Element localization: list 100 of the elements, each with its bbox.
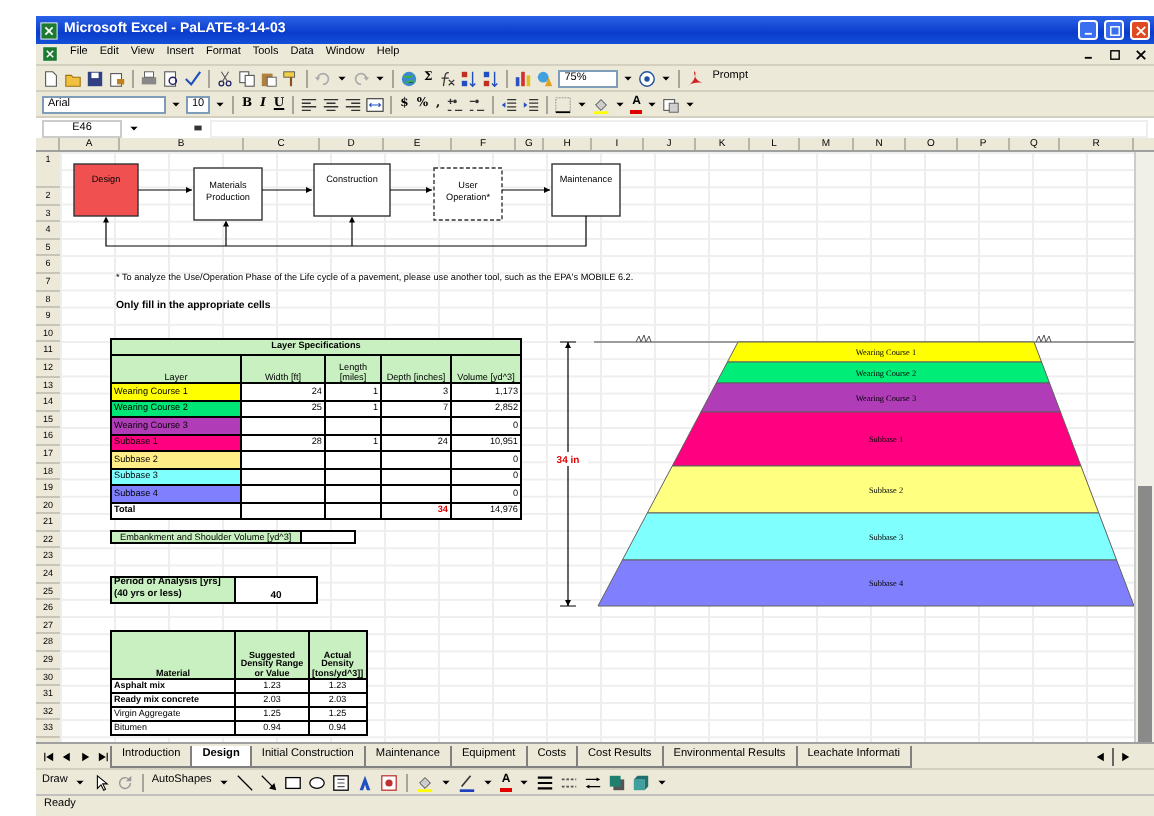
grass-icon bbox=[1035, 334, 1052, 343]
new-document-icon bbox=[42, 69, 60, 87]
caret-icon bbox=[518, 776, 531, 788]
fill-color-button[interactable] bbox=[415, 772, 434, 792]
paste-button[interactable] bbox=[260, 68, 278, 88]
previous-sheet-icon bbox=[60, 750, 74, 764]
borders-button[interactable] bbox=[554, 94, 573, 114]
oval-button[interactable] bbox=[307, 772, 326, 792]
text-box-icon bbox=[331, 773, 350, 791]
clip-art-button[interactable] bbox=[379, 772, 398, 792]
decrease-indent-button[interactable] bbox=[500, 94, 519, 114]
save-icon bbox=[86, 69, 104, 87]
grass-icon bbox=[635, 334, 652, 343]
paste-icon bbox=[260, 69, 278, 87]
merge-cells-button[interactable] bbox=[366, 94, 385, 114]
increase-indent-icon bbox=[522, 95, 541, 113]
globe-icon bbox=[400, 69, 418, 87]
chart-icon bbox=[514, 69, 533, 87]
line-style-button[interactable] bbox=[536, 772, 555, 792]
text-box-button[interactable] bbox=[331, 772, 350, 792]
copy-button[interactable] bbox=[238, 68, 256, 88]
caret-icon bbox=[656, 776, 669, 788]
spelling-check-button[interactable] bbox=[184, 68, 202, 88]
caret-icon bbox=[481, 776, 494, 788]
line-color-icon bbox=[457, 773, 476, 791]
swoosh-button[interactable] bbox=[686, 68, 705, 88]
caret-icon bbox=[660, 72, 673, 84]
caret-icon bbox=[646, 98, 659, 110]
vertical-scrollbar[interactable] bbox=[1134, 152, 1154, 742]
cut-button[interactable] bbox=[216, 68, 234, 88]
flow-arrow bbox=[137, 187, 193, 193]
line-style-icon bbox=[536, 773, 555, 791]
align-center-button[interactable] bbox=[322, 94, 341, 114]
merge-cells-icon bbox=[366, 95, 385, 113]
decrease-decimal-button[interactable] bbox=[468, 94, 487, 114]
line-color-button[interactable] bbox=[457, 772, 476, 792]
sheet-restore-button[interactable] bbox=[1108, 44, 1122, 64]
spreadsheet-logo-icon bbox=[42, 46, 58, 62]
fill-color-button[interactable] bbox=[592, 94, 611, 114]
embankment-input-cell[interactable] bbox=[299, 530, 356, 545]
copy-icon bbox=[238, 69, 256, 87]
next-sheet-icon bbox=[1118, 750, 1132, 764]
print-icon bbox=[140, 69, 158, 87]
rectangle-button[interactable] bbox=[283, 772, 302, 792]
increase-indent-button[interactable] bbox=[522, 94, 541, 114]
previous-sheet-icon bbox=[1094, 750, 1108, 764]
shadow-button[interactable] bbox=[608, 772, 627, 792]
align-right-button[interactable] bbox=[344, 94, 363, 114]
align-center-icon bbox=[322, 95, 341, 113]
function-icon bbox=[438, 69, 457, 87]
wordart-button[interactable] bbox=[355, 772, 374, 792]
rotate-icon bbox=[115, 773, 134, 791]
caret-icon bbox=[684, 98, 697, 110]
3d-style-button[interactable] bbox=[632, 772, 651, 792]
line-icon bbox=[235, 773, 254, 791]
options-icon bbox=[662, 95, 681, 113]
close-icon bbox=[1133, 23, 1147, 37]
print-preview-button[interactable] bbox=[162, 68, 180, 88]
arrow-style-button[interactable] bbox=[584, 772, 603, 792]
line-button[interactable] bbox=[235, 772, 254, 792]
last-sheet-icon bbox=[96, 750, 110, 764]
clip-art-icon bbox=[379, 773, 398, 791]
next-sheet-icon bbox=[78, 750, 92, 764]
chart-button[interactable] bbox=[514, 68, 533, 88]
drawing-icon bbox=[536, 69, 555, 87]
flow-arrow bbox=[501, 187, 551, 193]
print-button[interactable] bbox=[140, 68, 158, 88]
caret-icon bbox=[73, 776, 86, 788]
sort-descending-button[interactable] bbox=[482, 68, 501, 88]
scroll-thumb[interactable] bbox=[1138, 486, 1152, 742]
first-sheet-icon bbox=[42, 750, 56, 764]
formula-field[interactable] bbox=[210, 119, 1148, 137]
caret-icon bbox=[214, 98, 226, 110]
close-button[interactable] bbox=[1130, 20, 1150, 40]
rectangle-icon bbox=[283, 773, 302, 791]
decrease-indent-icon bbox=[500, 95, 519, 113]
arrow-button[interactable] bbox=[259, 772, 278, 792]
function-button[interactable] bbox=[438, 68, 457, 88]
options-button[interactable] bbox=[662, 94, 681, 114]
sheet-close-button[interactable] bbox=[1134, 44, 1148, 64]
flow-arrow bbox=[261, 187, 313, 193]
spelling-check-icon bbox=[184, 69, 202, 87]
new-document-button[interactable] bbox=[42, 68, 60, 88]
globe-button[interactable] bbox=[400, 68, 418, 88]
arrow-icon bbox=[259, 773, 278, 791]
pointer-icon bbox=[91, 773, 110, 791]
increase-decimal-button[interactable] bbox=[446, 94, 465, 114]
print-preview-icon bbox=[162, 69, 180, 87]
caret-icon bbox=[217, 776, 230, 788]
align-left-button[interactable] bbox=[300, 94, 319, 114]
pointer-button[interactable] bbox=[91, 772, 110, 792]
save-button[interactable] bbox=[86, 68, 104, 88]
maximize-button[interactable] bbox=[1104, 20, 1124, 40]
flow-arrow bbox=[389, 187, 433, 193]
sort-descending-icon bbox=[482, 69, 501, 87]
minimize-button[interactable] bbox=[1078, 20, 1098, 40]
format-painter-button[interactable] bbox=[282, 68, 300, 88]
caret-icon bbox=[439, 776, 452, 788]
dash-style-icon bbox=[560, 773, 579, 791]
sort-ascending-button[interactable] bbox=[460, 68, 479, 88]
